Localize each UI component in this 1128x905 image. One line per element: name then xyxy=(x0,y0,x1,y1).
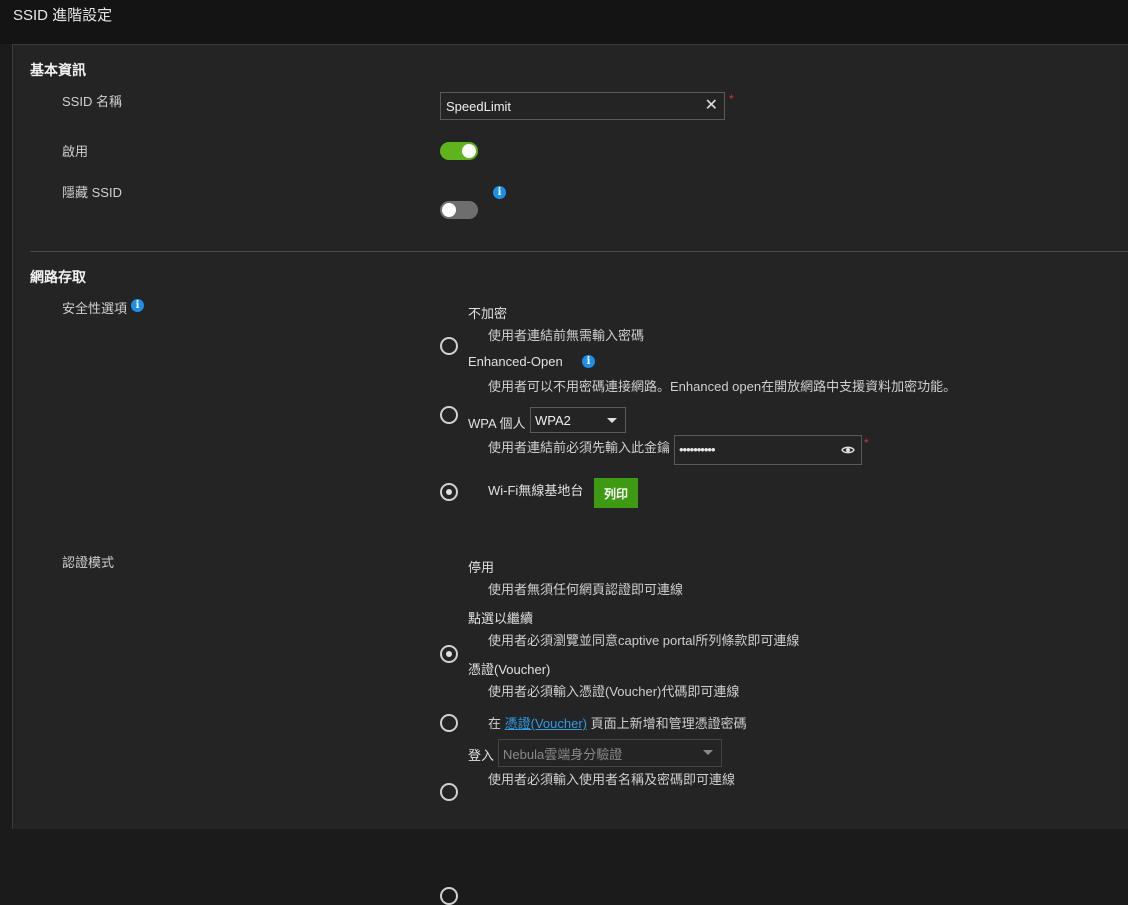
option-desc: 使用者連結前必須先輸入此金鑰 xyxy=(488,440,671,455)
clear-icon[interactable]: ✕ xyxy=(705,97,718,115)
option-label: 點選以繼續 xyxy=(468,611,534,626)
hide-ssid-toggle[interactable] xyxy=(440,201,478,219)
chevron-down-icon xyxy=(703,750,713,755)
wpa-mode-select[interactable]: WPA2 xyxy=(530,407,626,433)
radio-no-encryption[interactable] xyxy=(440,337,458,355)
toggle-knob xyxy=(462,144,476,158)
section-title-basic: 基本資訊 xyxy=(30,62,86,78)
radio-wpa-personal[interactable] xyxy=(440,483,458,501)
auth-mode-label: 認證模式 xyxy=(62,555,115,570)
ssid-name-input[interactable]: SpeedLimit ✕ xyxy=(440,92,725,120)
security-label: 安全性選項 xyxy=(62,301,128,316)
toggle-knob xyxy=(442,203,456,217)
password-input[interactable]: •••••••••• xyxy=(674,435,862,465)
required-mark: * xyxy=(729,92,734,106)
info-icon[interactable]: i xyxy=(582,355,595,368)
enable-label: 啟用 xyxy=(62,144,89,159)
voucher-note: 在 憑證(Voucher) 頁面上新增和管理憑證密碼 xyxy=(488,713,747,732)
option-desc: 使用者連結前無需輸入密碼 xyxy=(488,328,645,343)
option-desc: 使用者必須輸入使用者名稱及密碼即可連線 xyxy=(488,772,736,787)
password-value: •••••••••• xyxy=(679,442,716,457)
top-bar: SSID 進階設定 xyxy=(0,0,1128,44)
voucher-note-prefix: 在 xyxy=(488,716,502,731)
page-title: SSID 進階設定 xyxy=(13,7,113,24)
eye-icon[interactable] xyxy=(841,445,855,455)
ssid-name-label: SSID 名稱 xyxy=(62,94,122,109)
wifi-station-label: Wi-Fi無線基地台 xyxy=(488,483,584,498)
login-method-select[interactable]: Nebula雲端身分驗證 xyxy=(498,739,722,767)
option-desc: 使用者必須輸入憑證(Voucher)代碼即可連線 xyxy=(488,684,740,699)
print-button[interactable]: 列印 xyxy=(594,478,638,508)
radio-enhanced-open[interactable] xyxy=(440,406,458,424)
hide-ssid-label: 隱藏 SSID xyxy=(62,185,122,200)
radio-click-to-continue[interactable] xyxy=(440,714,458,732)
option-label: WPA 個人 xyxy=(468,416,526,431)
radio-voucher[interactable] xyxy=(440,783,458,801)
section-divider xyxy=(30,251,1128,252)
option-desc: 使用者無須任何網頁認證即可連線 xyxy=(488,582,684,597)
wpa-mode-value: WPA2 xyxy=(535,412,571,428)
option-desc: 使用者必須瀏覽並同意captive portal所列條款即可連線 xyxy=(488,633,800,648)
radio-auth-disabled[interactable] xyxy=(440,645,458,663)
option-label: 停用 xyxy=(468,560,495,575)
enable-toggle[interactable] xyxy=(440,142,478,160)
info-icon[interactable]: i xyxy=(131,299,144,312)
chevron-down-icon xyxy=(607,418,617,423)
ssid-name-value: SpeedLimit xyxy=(446,98,512,114)
option-desc: 使用者可以不用密碼連接網路。Enhanced open在開放網路中支援資料加密功… xyxy=(488,379,957,394)
section-title-network: 網路存取 xyxy=(30,269,86,285)
option-label: 登入 xyxy=(468,748,495,763)
option-label: 不加密 xyxy=(468,306,508,321)
option-label: Enhanced-Open xyxy=(468,354,563,369)
info-icon[interactable]: i xyxy=(493,186,506,199)
login-method-value: Nebula雲端身分驗證 xyxy=(503,746,623,762)
option-label: 憑證(Voucher) xyxy=(468,662,551,677)
radio-login[interactable] xyxy=(440,887,458,905)
voucher-note-suffix: 頁面上新增和管理憑證密碼 xyxy=(590,716,747,731)
voucher-link[interactable]: 憑證(Voucher) xyxy=(505,716,587,731)
required-mark: * xyxy=(864,436,869,450)
